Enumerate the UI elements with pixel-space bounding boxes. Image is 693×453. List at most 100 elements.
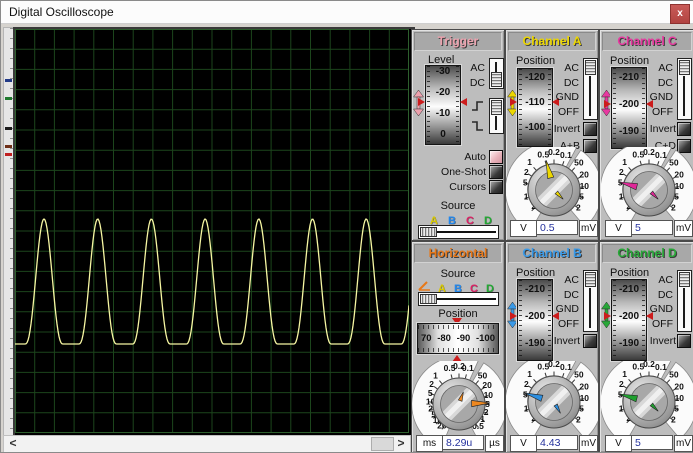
gauge-tick-label: -110 <box>518 98 552 108</box>
close-icon[interactable]: x <box>670 4 690 24</box>
horizontal-position-gauge[interactable]: 70-80-90-100 <box>417 323 499 354</box>
svg-text:2: 2 <box>524 167 529 177</box>
button-label: Invert <box>650 123 676 135</box>
coupling-switch[interactable] <box>677 270 692 332</box>
gauge-tick-label: 70 <box>421 333 432 344</box>
invert-button[interactable] <box>583 334 597 348</box>
horizontal-scrollbar[interactable]: < > <box>3 435 411 453</box>
gauge-marker-left <box>510 98 517 106</box>
horizontal-source-slider[interactable] <box>418 292 499 306</box>
switch-option-label: AC <box>564 62 579 74</box>
panel-title: Horizontal <box>414 244 502 263</box>
svg-text:20: 20 <box>674 382 684 392</box>
horizontal-panel: Horizontal Source ABCD Position 70-80-90… <box>411 241 505 453</box>
svg-text:10: 10 <box>675 393 685 403</box>
gauge-tick-label: -210 <box>518 285 552 295</box>
gauge-tick-label: -200 <box>518 312 552 322</box>
trigger-level-gauge[interactable]: -30-20-100 <box>425 65 461 145</box>
position-gauge[interactable]: -210-200-190 <box>517 279 553 361</box>
trigger-coupling-switch[interactable] <box>489 58 504 89</box>
svg-text:0.2: 0.2 <box>548 147 560 157</box>
svg-text:50: 50 <box>574 370 584 380</box>
svg-text:0.1: 0.1 <box>655 362 667 372</box>
switch-option-label: GND <box>556 91 579 103</box>
scale-value-field[interactable]: 5 <box>631 435 673 450</box>
invert-button[interactable] <box>677 334 691 348</box>
svg-text:0.2: 0.2 <box>643 147 655 157</box>
scale-value-field[interactable]: 8.29u <box>442 435 484 450</box>
gauge-tick-label: -190 <box>612 339 646 349</box>
ramp-icon <box>418 280 432 292</box>
switch-thumb[interactable] <box>491 72 502 87</box>
gauge-marker-left <box>604 312 611 320</box>
svg-text:50: 50 <box>574 158 584 168</box>
switch-option-label: GND <box>556 303 579 315</box>
falling-edge-icon[interactable] <box>471 120 484 132</box>
svg-text:0.1: 0.1 <box>560 150 572 160</box>
invert-button[interactable] <box>677 122 691 136</box>
rising-edge-icon[interactable] <box>471 100 484 112</box>
coupling-switch[interactable] <box>677 58 692 120</box>
cursors-button[interactable] <box>489 180 503 194</box>
scroll-right-icon[interactable]: > <box>394 436 408 450</box>
volts-per-div-knob[interactable]: 12510200.50.20.150201052 <box>506 147 598 220</box>
slider-thumb[interactable] <box>420 227 437 237</box>
trigger-panel: Trigger Level -30-20-100 ACDC AutoOne-Sh… <box>411 29 505 241</box>
svg-text:0.2: 0.2 <box>643 361 655 369</box>
volts-per-div-knob[interactable]: 12510200.50.20.150201052 <box>506 361 598 435</box>
gauge-tick-label: -120 <box>518 73 552 83</box>
panel-title: Channel B <box>508 244 596 263</box>
switch-option-label: OFF <box>652 318 673 330</box>
switch-thumb[interactable] <box>585 272 596 287</box>
svg-text:2: 2 <box>671 203 676 213</box>
one-shot-button[interactable] <box>489 165 503 179</box>
svg-text:0.1: 0.1 <box>462 363 474 373</box>
scope-display[interactable] <box>13 27 415 439</box>
svg-text:2: 2 <box>576 415 581 425</box>
svg-text:10: 10 <box>675 181 685 191</box>
svg-text:0.1: 0.1 <box>560 362 572 372</box>
button-label: Auto <box>464 151 486 163</box>
title-bar[interactable]: Digital Oscilloscope x <box>1 1 693 24</box>
svg-text:1: 1 <box>622 157 627 167</box>
gauge-tick-label: -200 <box>612 100 646 110</box>
scale-value-field[interactable]: 5 <box>631 220 673 235</box>
scrollbar-thumb[interactable] <box>371 437 394 451</box>
scroll-left-icon[interactable]: < <box>6 436 20 450</box>
scale-value-field[interactable]: 4.43 <box>536 435 578 450</box>
auto-button[interactable] <box>489 150 503 164</box>
gauge-tick-label: -200 <box>612 312 646 322</box>
position-gauge[interactable]: -210-200-190 <box>611 67 647 149</box>
channel-c-panel: Channel C Position -210-200-190 ACDCGNDO… <box>599 29 693 241</box>
ruler-mark <box>5 97 12 100</box>
position-gauge[interactable]: -210-200-190 <box>611 279 647 361</box>
volts-per-div-knob[interactable]: 12510200.50.20.150201052 <box>601 147 693 220</box>
trigger-edge-switch[interactable] <box>489 98 504 134</box>
svg-text:10: 10 <box>580 181 590 191</box>
channel-b-panel: Channel B Position -210-200-190 ACDCGNDO… <box>505 241 599 453</box>
svg-text:20: 20 <box>579 382 589 392</box>
ruler-mark <box>5 127 12 130</box>
volts-per-div-knob[interactable]: 12510200.50.20.150201052 <box>601 361 693 435</box>
coupling-switch[interactable] <box>583 270 598 332</box>
svg-text:10: 10 <box>580 393 590 403</box>
channel-a-panel: Channel A Position -120-110-100-90 ACDCG… <box>505 29 599 241</box>
switch-thumb[interactable] <box>679 60 690 75</box>
trigger-source-slider[interactable] <box>418 225 499 239</box>
scale-value-field[interactable]: 0.5 <box>536 220 578 235</box>
switch-thumb[interactable] <box>679 272 690 287</box>
switch-track <box>495 116 497 130</box>
switch-track <box>683 76 685 116</box>
svg-text:2: 2 <box>619 167 624 177</box>
invert-button[interactable] <box>583 122 597 136</box>
position-gauge[interactable]: -120-110-100-90 <box>517 68 553 147</box>
slider-thumb[interactable] <box>420 294 437 304</box>
switch-thumb[interactable] <box>491 100 502 115</box>
coupling-switch[interactable] <box>583 58 598 120</box>
time-per-div-knob[interactable]: 1251020501002000.50.20.15020105210.5 <box>412 361 504 435</box>
channel-d-panel: Channel D Position -210-200-190 ACDCGNDO… <box>599 241 693 453</box>
switch-thumb[interactable] <box>585 60 596 75</box>
svg-text:0.1: 0.1 <box>655 150 667 160</box>
svg-text:2: 2 <box>619 379 624 389</box>
switch-track <box>589 76 591 116</box>
